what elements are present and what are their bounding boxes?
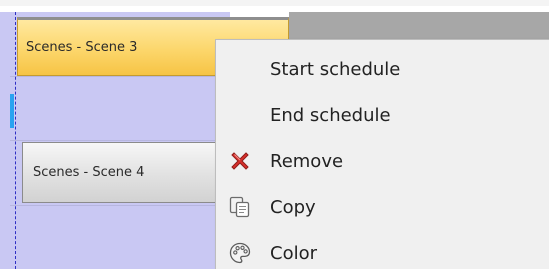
playhead-marker[interactable] — [10, 94, 14, 128]
lane-divider — [10, 205, 230, 206]
top-border — [0, 0, 549, 6]
playhead-line — [15, 12, 16, 269]
menu-item-color[interactable]: Color — [216, 230, 549, 269]
menu-item-remove[interactable]: Remove — [216, 138, 549, 184]
menu-item-label: Copy — [270, 196, 316, 218]
scene-label: Scenes - Scene 4 — [33, 165, 145, 180]
remove-icon — [228, 149, 252, 173]
menu-item-label: Start schedule — [270, 58, 401, 80]
lane-divider — [10, 140, 230, 141]
timeline-lane[interactable] — [10, 77, 230, 140]
track-gutter — [0, 12, 10, 269]
menu-item-label: Remove — [270, 150, 344, 172]
timeline-editor: Scenes - Scene 3 Scenes - Scene 4 Start … — [0, 0, 549, 269]
context-menu: Start schedule End schedule Remove Copy … — [215, 39, 549, 269]
menu-item-end-schedule[interactable]: End schedule — [216, 92, 549, 138]
timeline-header — [289, 12, 549, 39]
scene-label: Scenes - Scene 3 — [26, 40, 138, 55]
menu-item-start-schedule[interactable]: Start schedule — [216, 46, 549, 92]
menu-item-copy[interactable]: Copy — [216, 184, 549, 230]
copy-icon — [228, 195, 252, 219]
timeline-lane[interactable] — [10, 206, 230, 269]
lane-divider — [10, 76, 230, 77]
palette-icon — [228, 241, 252, 265]
menu-item-label: End schedule — [270, 104, 391, 126]
scene-block-scene-4[interactable]: Scenes - Scene 4 — [22, 142, 230, 203]
menu-item-label: Color — [270, 242, 317, 264]
